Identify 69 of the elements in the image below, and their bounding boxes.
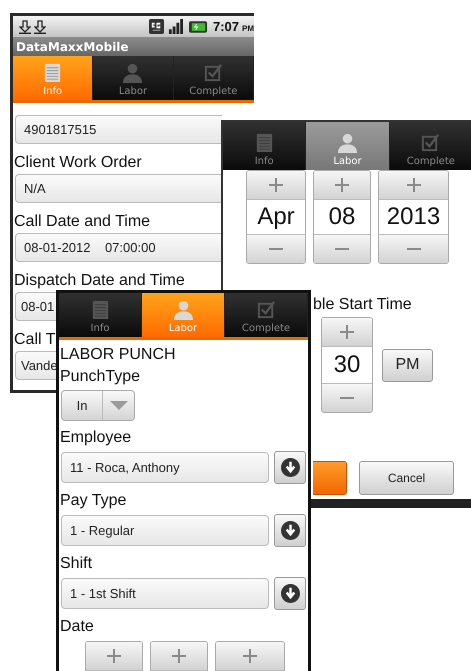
plus-icon	[172, 649, 186, 663]
clock-meridiem: PM	[242, 24, 254, 32]
minus-icon	[269, 247, 283, 251]
increment-button[interactable]	[247, 171, 305, 199]
text-field[interactable]: 1 - Regular	[61, 515, 269, 546]
increment-button[interactable]	[379, 171, 448, 199]
decrement-button[interactable]	[322, 384, 372, 412]
picker-value[interactable]: 30	[322, 346, 372, 384]
tab[interactable]: Complete	[174, 56, 254, 100]
field-label: ble Start Time	[313, 296, 412, 314]
section-title: LABOR PUNCH	[60, 345, 176, 365]
person-icon	[336, 132, 358, 153]
minus-icon	[340, 396, 354, 400]
checkbox-icon	[256, 299, 276, 320]
text-field[interactable]: 08-01-2012 07:00:00	[15, 233, 222, 262]
text-field[interactable]: Vande	[15, 351, 57, 380]
field-label: Shift	[60, 554, 92, 574]
field-label: Call Date and Time	[14, 213, 150, 231]
plus-icon	[340, 325, 354, 339]
increment-button[interactable]	[314, 171, 370, 199]
picker-value[interactable]: Apr	[247, 199, 305, 235]
minus-icon	[335, 247, 349, 251]
tab[interactable]: Labor	[93, 56, 174, 100]
plus-icon	[406, 178, 420, 192]
field-label: PunchType	[60, 367, 140, 387]
lookup-button[interactable]	[274, 451, 306, 484]
picker-value[interactable]: 2013	[379, 199, 448, 235]
confirm-button[interactable]	[313, 461, 347, 495]
field-label: Date	[60, 617, 94, 637]
clock-time: 7:07	[212, 19, 239, 34]
text-field[interactable]: 08-01	[15, 292, 57, 321]
signal-icon	[168, 19, 183, 34]
person-icon	[122, 62, 144, 83]
plus-icon	[335, 178, 349, 192]
increment-button[interactable]	[151, 642, 207, 670]
checkbox-icon	[202, 62, 224, 83]
cancel-button[interactable]: Cancel	[359, 461, 454, 495]
checkbox-icon	[420, 132, 442, 153]
lookup-button[interactable]	[274, 577, 306, 610]
text-field[interactable]: 11 - Roca, Anthony	[61, 452, 269, 483]
text-field[interactable]: 1 - 1st Shift	[61, 578, 269, 609]
download-icon	[19, 20, 31, 34]
dropdown-arrow-icon	[110, 401, 128, 410]
increment-button[interactable]	[322, 318, 372, 346]
increment-button[interactable]	[216, 642, 284, 670]
plus-icon	[243, 649, 257, 663]
text-field[interactable]: N/A	[15, 174, 222, 203]
punch-type-dropdown[interactable]: In	[61, 390, 135, 421]
lookup-button[interactable]	[274, 514, 306, 547]
field-label: Employee	[60, 428, 132, 448]
battery-icon	[188, 20, 208, 34]
field-label: Pay Type	[60, 491, 126, 511]
field-label: Call T	[14, 331, 56, 349]
plus-icon	[269, 178, 283, 192]
download-icon	[34, 20, 46, 34]
meridiem-button[interactable]: PM	[382, 348, 433, 382]
field-label: Dispatch Date and Time	[14, 272, 185, 290]
tab[interactable]: Complete	[225, 293, 308, 337]
minus-icon	[406, 247, 420, 251]
plus-icon	[107, 649, 121, 663]
increment-button[interactable]	[86, 642, 142, 670]
text-field[interactable]: 4901817515	[15, 115, 222, 144]
tab[interactable]: Labor	[306, 122, 390, 170]
person-icon	[172, 299, 194, 320]
network-3g-icon	[148, 19, 164, 34]
app-title: DataMaxxMobile	[16, 40, 129, 54]
picker-value[interactable]: 08	[314, 199, 370, 235]
tab[interactable]: Complete	[390, 122, 471, 170]
field-label: Client Work Order	[14, 154, 142, 172]
